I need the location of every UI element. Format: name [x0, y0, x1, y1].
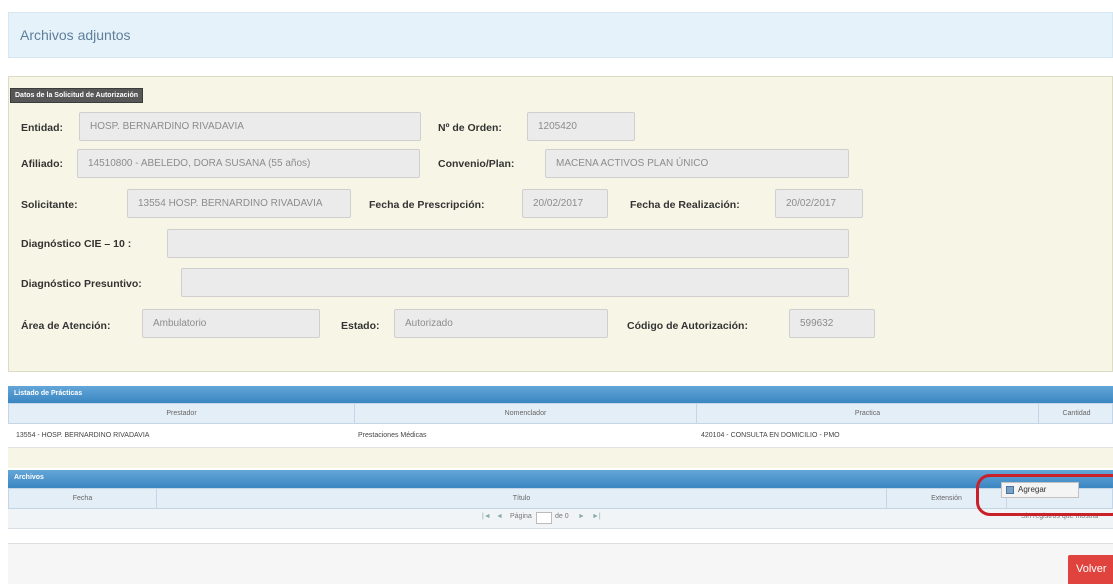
solicitante-field[interactable]: 13554 HOSP. BERNARDINO RIVADAVIA	[127, 189, 351, 218]
afiliado-label: Afiliado:	[21, 158, 63, 170]
pager-first-button[interactable]: |◄	[482, 513, 491, 520]
footer-bar	[8, 543, 1113, 584]
pager-page-input[interactable]	[536, 512, 552, 524]
nro-orden-field[interactable]: 1205420	[527, 112, 635, 141]
fecha-realizacion-label: Fecha de Realización:	[630, 199, 740, 211]
column-header-cantidad[interactable]: Cantidad	[1039, 404, 1113, 423]
practica-cell: 420104 - CONSULTA EN DOMICILIO - PMO	[701, 432, 840, 439]
prestador-cell: 13554 - HOSP. BERNARDINO RIVADAVIA	[16, 432, 150, 439]
archivos-grid-title: Archivos	[8, 470, 1113, 488]
estado-field[interactable]: Autorizado	[394, 309, 608, 338]
volver-button[interactable]: Volver	[1068, 555, 1113, 584]
archivos-pager-bar: |◄ ◄ Página de 0 ► ►| Sin registros que …	[8, 509, 1113, 529]
pager-last-button[interactable]: ►|	[592, 513, 601, 520]
archivos-grid-header: Fecha Título Extensión	[8, 488, 1113, 509]
diagnostico-presuntivo-field[interactable]	[181, 268, 849, 297]
practicas-grid-header: Prestador Nomenclador Practica Cantidad	[8, 403, 1113, 424]
practicas-grid-title: Listado de Prácticas	[8, 386, 1113, 403]
entidad-label: Entidad:	[21, 122, 63, 134]
page-header	[8, 12, 1113, 58]
codigo-autorizacion-field[interactable]: 599632	[789, 309, 875, 338]
practicas-grid-footer	[8, 448, 1113, 468]
diagnostico-presuntivo-label: Diagnóstico Presuntivo:	[21, 278, 142, 290]
fecha-prescripcion-field[interactable]: 20/02/2017	[522, 189, 608, 218]
table-row[interactable]: 13554 - HOSP. BERNARDINO RIVADAVIA Prest…	[8, 424, 1113, 448]
column-header-practica[interactable]: Practica	[697, 404, 1039, 423]
area-atencion-label: Área de Atención:	[21, 320, 111, 332]
convenio-field[interactable]: MACENA ACTIVOS PLAN ÚNICO	[545, 149, 849, 178]
nro-orden-label: Nº de Orden:	[438, 122, 502, 134]
estado-label: Estado:	[341, 320, 380, 332]
diagnostico-cie-field[interactable]	[167, 229, 849, 258]
diagnostico-cie-label: Diagnóstico CIE – 10 :	[21, 238, 132, 250]
pager-page-label: Página	[510, 513, 532, 520]
fecha-prescripcion-label: Fecha de Prescripción:	[369, 199, 485, 211]
column-header-titulo[interactable]: Título	[157, 489, 887, 508]
convenio-label: Convenio/Plan:	[438, 158, 515, 170]
entidad-field[interactable]: HOSP. BERNARDINO RIVADAVIA	[79, 112, 421, 141]
pager-of-label: de 0	[555, 513, 569, 520]
authorization-section-label: Datos de la Solicitud de Autorización	[10, 88, 144, 103]
column-header-prestador[interactable]: Prestador	[9, 404, 355, 423]
pager-next-button[interactable]: ►	[578, 513, 585, 520]
codigo-autorizacion-label: Código de Autorización:	[627, 320, 748, 332]
fecha-realizacion-field[interactable]: 20/02/2017	[775, 189, 863, 218]
afiliado-field[interactable]: 14510800 - ABELEDO, DORA SUSANA (55 años…	[77, 149, 420, 178]
area-atencion-field[interactable]: Ambulatorio	[142, 309, 320, 338]
pager-prev-button[interactable]: ◄	[496, 513, 503, 520]
column-header-nomenclador[interactable]: Nomenclador	[355, 404, 697, 423]
highlight-circle	[976, 474, 1113, 516]
page-title: Archivos adjuntos	[20, 27, 131, 43]
column-header-fecha[interactable]: Fecha	[9, 489, 157, 508]
nomenclador-cell: Prestaciones Médicas	[358, 432, 427, 439]
solicitante-label: Solicitante:	[21, 199, 78, 211]
